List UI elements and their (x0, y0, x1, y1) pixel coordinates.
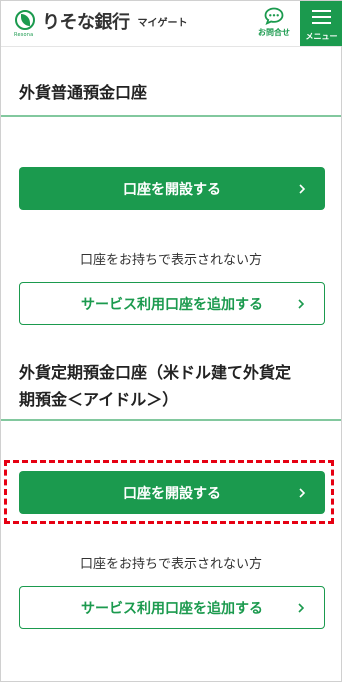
bank-name: りそな銀行 (42, 12, 130, 33)
contact-button[interactable]: お問合せ (253, 5, 295, 43)
chevron-right-icon (298, 298, 304, 309)
section-divider (1, 419, 341, 421)
menu-label: メニュー (305, 32, 338, 41)
chevron-right-icon (298, 602, 304, 613)
account-not-shown-note: 口座をお持ちで表示されない方 (79, 253, 262, 268)
chevron-right-icon (299, 487, 305, 498)
service-name: マイゲート (137, 17, 188, 29)
section-title-fx-savings: 外貨普通預金口座 (19, 83, 148, 102)
open-account-button-fx-time-deposit[interactable]: 口座を開設する (19, 471, 325, 514)
add-service-account-label: サービス利用口座を追加する (81, 296, 263, 313)
open-account-label: 口座を開設する (123, 181, 221, 198)
header-divider (1, 46, 341, 47)
section-divider (1, 115, 341, 117)
add-service-account-label: サービス利用口座を追加する (81, 600, 263, 617)
resona-logo[interactable]: りそな銀行 マイゲート (15, 8, 188, 34)
add-service-account-button-fx-savings[interactable]: サービス利用口座を追加する (19, 282, 325, 325)
page-frame: りそな銀行 マイゲート Resona お問合せ メニュー 外貨普通預金口座 口座… (0, 0, 342, 682)
chevron-right-icon (299, 183, 305, 194)
menu-button[interactable]: メニュー (300, 1, 342, 46)
section-title-fx-time-deposit-line1: 外貨定期預金口座（米ドル建て外貨定 (19, 363, 292, 382)
open-account-label: 口座を開設する (123, 485, 221, 502)
header: りそな銀行 マイゲート Resona お問合せ メニュー (1, 1, 342, 46)
add-service-account-button-fx-time-deposit[interactable]: サービス利用口座を追加する (19, 586, 325, 629)
open-account-button-fx-savings[interactable]: 口座を開設する (19, 167, 325, 210)
contact-label: お問合せ (258, 28, 290, 37)
section-title-fx-time-deposit-line2: 期預金＜アイドル＞） (19, 390, 179, 409)
resona-logo-icon (15, 10, 37, 32)
logo-subtext: Resona (14, 32, 34, 38)
hamburger-icon (312, 10, 331, 24)
account-not-shown-note: 口座をお持ちで表示されない方 (79, 557, 262, 572)
chat-bubble-icon (264, 7, 284, 25)
